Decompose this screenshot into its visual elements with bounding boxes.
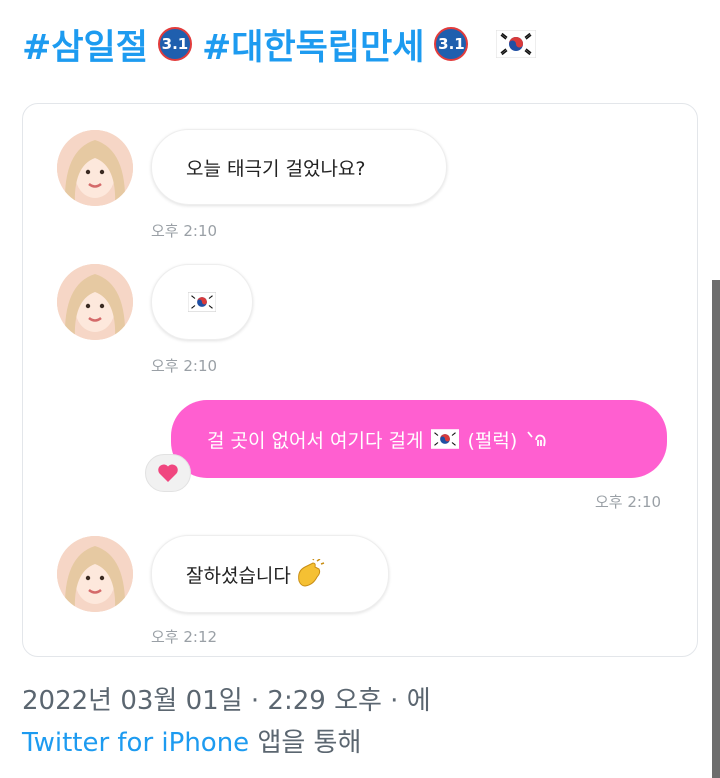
south-korea-flag-icon: [431, 429, 460, 449]
hashtag-samiljeol-text[interactable]: #삼일절: [22, 19, 148, 70]
message-text: 걸 곳이 없어서 여기다 걸게: [207, 429, 424, 452]
message-time: 오후 2:10: [151, 357, 218, 375]
tweet-source: Twitter for iPhone 앱을 통해: [22, 722, 361, 759]
avatar: [57, 264, 133, 340]
message-bubble: 잘하셨습니다: [151, 535, 389, 613]
hashtag-independence[interactable]: #대한독립만세 3.1: [202, 19, 469, 70]
hashtag-header: #삼일절 3.1 #대한독립만세 3.1: [22, 14, 537, 74]
south-korea-flag-icon: [496, 30, 537, 58]
source-link[interactable]: Twitter for iPhone: [22, 728, 249, 758]
kaomoji-icon: [527, 431, 546, 447]
badge-31-icon: 3.1: [434, 27, 469, 61]
clapping-hands-icon: [298, 559, 325, 587]
message-bubble: 오늘 태극기 걸었나요?: [151, 129, 447, 205]
tweet-timestamp: 2022년 03월 01일 · 2:29 오후 · 에: [22, 686, 431, 716]
message-text: 오늘 태극기 걸었나요?: [186, 157, 366, 180]
scrollbar[interactable]: [712, 280, 720, 778]
message-time: 오후 2:12: [151, 628, 218, 646]
heart-reaction-button[interactable]: [145, 454, 191, 492]
heart-icon: [158, 464, 178, 482]
message-time: 오후 2:10: [595, 493, 662, 511]
chat-screenshot-card: 오늘 태극기 걸었나요? 오후 2:10 오후 2:10 걸 곳이 없어서 여기…: [22, 103, 698, 657]
message-text-suffix: (펄럭): [467, 429, 518, 452]
south-korea-flag-icon: [188, 292, 216, 312]
my-message-bubble: 걸 곳이 없어서 여기다 걸게 (펄럭): [171, 400, 667, 478]
message-bubble: [151, 264, 253, 340]
avatar: [57, 536, 133, 612]
avatar: [57, 130, 133, 206]
message-text: 잘하셨습니다: [186, 564, 291, 587]
hashtag-samiljeol[interactable]: #삼일절 3.1: [22, 19, 192, 70]
hashtag-independence-text[interactable]: #대한독립만세: [202, 19, 425, 70]
source-suffix: 앱을 통해: [257, 728, 362, 758]
message-time: 오후 2:10: [151, 222, 218, 240]
badge-31-icon: 3.1: [157, 27, 192, 61]
